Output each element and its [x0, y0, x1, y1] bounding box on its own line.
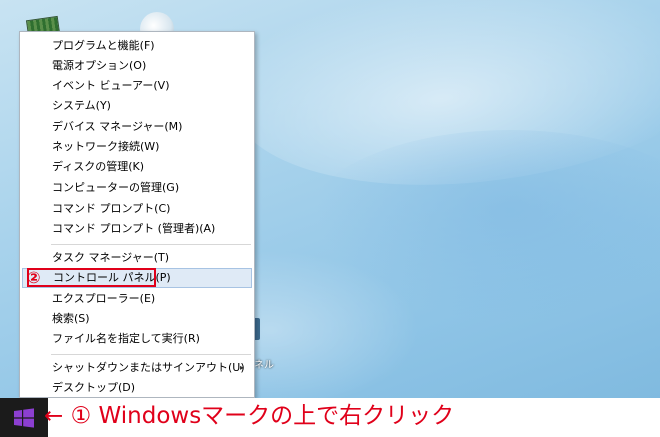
menu-item-task-manager[interactable]: タスク マネージャー(T) [22, 248, 252, 268]
menu-item-search[interactable]: 検索(S) [22, 309, 252, 329]
menu-item-power-options[interactable]: 電源オプション(O) [22, 56, 252, 76]
menu-item-command-prompt-admin[interactable]: コマンド プロンプト (管理者)(A) [22, 219, 252, 239]
desktop-icon-label: ネル [254, 360, 274, 371]
menu-item-system[interactable]: システム(Y) [22, 96, 252, 116]
menu-item-disk-management[interactable]: ディスクの管理(K) [22, 157, 252, 177]
menu-item-network-connections[interactable]: ネットワーク接続(W) [22, 137, 252, 157]
menu-item-device-manager[interactable]: デバイス マネージャー(M) [22, 117, 252, 137]
chevron-right-icon: ▸ [239, 363, 244, 372]
menu-item-programs-features[interactable]: プログラムと機能(F) [22, 36, 252, 56]
menu-item-shutdown-signout[interactable]: シャットダウンまたはサインアウト(U) ▸ [22, 358, 252, 378]
windows-logo-icon [14, 407, 34, 428]
menu-item-command-prompt[interactable]: コマンド プロンプト(C) [22, 199, 252, 219]
menu-item-explorer[interactable]: エクスプローラー(E) [22, 289, 252, 309]
quick-link-menu: プログラムと機能(F) 電源オプション(O) イベント ビューアー(V) システ… [19, 31, 255, 398]
menu-separator [51, 354, 251, 355]
menu-item-computer-management[interactable]: コンピューターの管理(G) [22, 178, 252, 198]
step-1-instruction: ← ① Windowsマークの上で右クリック [44, 403, 455, 429]
menu-item-desktop[interactable]: デスクトップ(D) [22, 378, 252, 398]
menu-item-run[interactable]: ファイル名を指定して実行(R) [22, 329, 252, 349]
menu-item-event-viewer[interactable]: イベント ビューアー(V) [22, 76, 252, 96]
highlight-box-control-panel [27, 268, 156, 287]
start-button[interactable] [0, 398, 48, 437]
menu-separator [51, 244, 251, 245]
